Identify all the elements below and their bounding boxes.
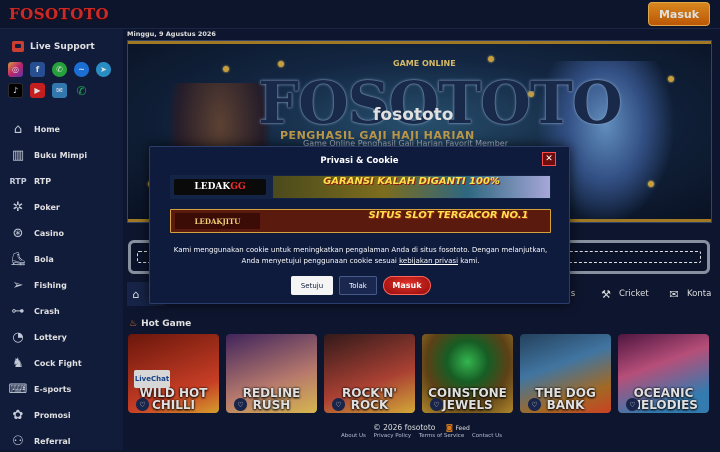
modal-title: Privasi & Cookie [320,156,399,166]
ad-text: SITUS SLOT TERGACOR NO.1 [368,210,529,221]
ad-logo: LEDAKJITU [175,213,260,229]
accept-button[interactable]: Setuju [291,276,333,295]
modal-login-button[interactable]: Masuk [383,276,431,295]
modal-body-text-end: kami. [458,257,480,265]
modal-body: Kami menggunakan cookie untuk meningkatk… [168,245,553,267]
reject-button[interactable]: Tolak [339,276,377,295]
ad-banner-ledakgg[interactable]: LEDAK GG GARANSI KALAH DIGANTI 100% [170,175,551,199]
close-icon[interactable]: ✕ [542,152,556,166]
ad-logo-suffix: GG [230,182,246,192]
privacy-cookie-modal: Privasi & Cookie ✕ LEDAK GG GARANSI KALAH… [149,146,570,304]
ad-text: GARANSI KALAH DIGANTI 100% [273,176,550,198]
ad-banner-ledakjitu[interactable]: LEDAKJITU SITUS SLOT TERGACOR NO.1 [170,209,551,233]
ad-logo-prefix: LEDAK [194,182,231,192]
modal-body-text: Kami menggunakan cookie untuk meningkatk… [173,246,548,265]
ad-logo: LEDAK GG [174,179,266,195]
privacy-policy-link[interactable]: kebijakan privasi [399,257,458,265]
